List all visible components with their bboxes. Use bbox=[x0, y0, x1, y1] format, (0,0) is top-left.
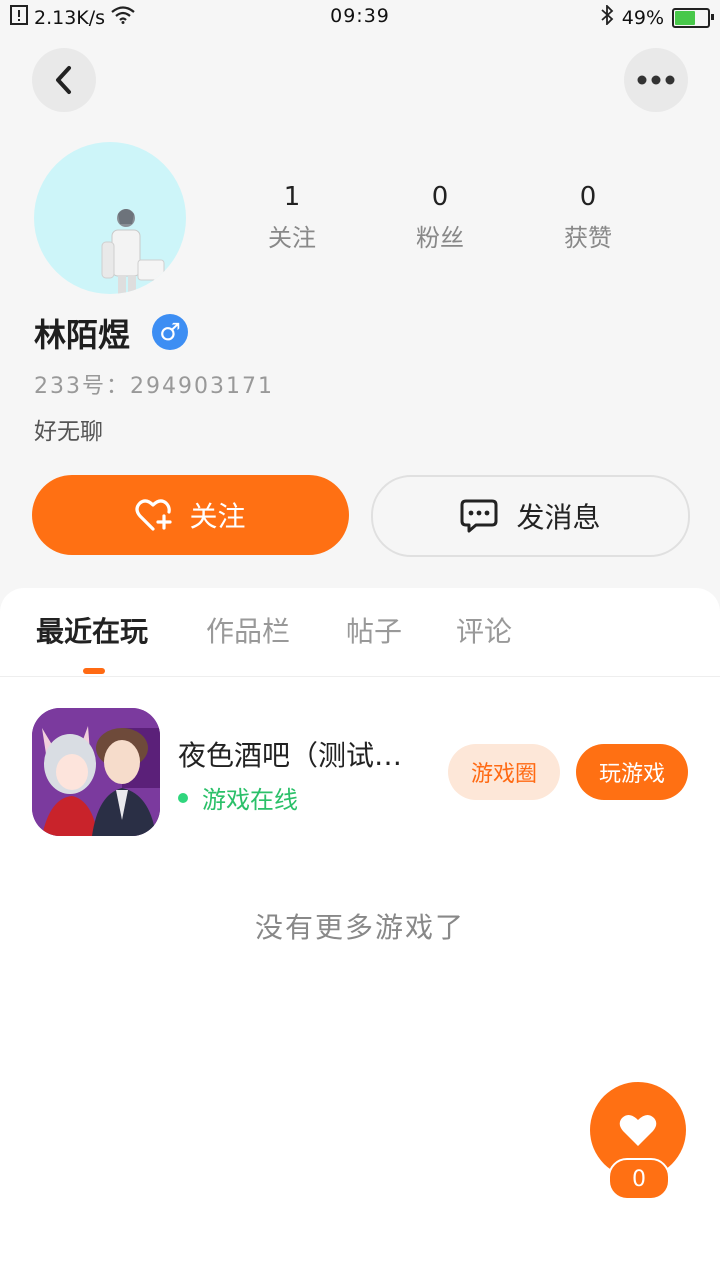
game-online-status: 游戏在线 bbox=[178, 780, 298, 815]
stat-value: 0 bbox=[431, 182, 449, 212]
back-button[interactable] bbox=[32, 48, 96, 112]
stat-likes[interactable]: 0 获赞 bbox=[528, 182, 648, 253]
chat-bubble-icon bbox=[460, 499, 498, 533]
message-button[interactable]: 发消息 bbox=[371, 475, 690, 557]
play-game-button[interactable]: 玩游戏 bbox=[576, 744, 688, 800]
user-bio: 好无聊 bbox=[34, 419, 103, 445]
follow-button-label: 关注 bbox=[189, 500, 246, 533]
game-list-item[interactable]: 夜色酒吧（测试… 游戏在线 游戏圈 玩游戏 bbox=[0, 708, 720, 836]
heart-plus-icon bbox=[135, 499, 173, 531]
game-title: 夜色酒吧（测试… bbox=[178, 739, 403, 772]
tab-works[interactable]: 作品栏 bbox=[206, 610, 290, 650]
male-gender-icon: ♂ bbox=[152, 314, 188, 350]
stat-following[interactable]: 1 关注 bbox=[232, 182, 352, 253]
status-bar: 2.13K/s 09:39 49% bbox=[0, 0, 720, 36]
tab-recently-played[interactable]: 最近在玩 bbox=[36, 610, 148, 650]
tab-bar: 最近在玩 作品栏 帖子 评论 bbox=[0, 588, 720, 677]
user-id: 233号：294903171 bbox=[34, 374, 274, 399]
online-dot-icon bbox=[178, 792, 188, 803]
tab-posts[interactable]: 帖子 bbox=[346, 610, 402, 650]
stat-label: 关注 bbox=[268, 224, 316, 252]
battery-percent: 49% bbox=[621, 6, 664, 29]
bluetooth-icon bbox=[600, 3, 614, 30]
avatar-character-image bbox=[101, 209, 165, 294]
user-name: 林陌煜 bbox=[34, 316, 131, 354]
stat-label: 粉丝 bbox=[416, 224, 464, 252]
game-circle-button[interactable]: 游戏圈 bbox=[448, 744, 560, 800]
tab-active-indicator bbox=[83, 668, 105, 674]
like-count-badge: 0 bbox=[608, 1158, 670, 1200]
no-more-games-text: 没有更多游戏了 bbox=[254, 911, 465, 944]
more-button[interactable] bbox=[624, 48, 688, 112]
game-cover-image bbox=[32, 708, 160, 836]
stat-value: 1 bbox=[283, 182, 301, 212]
game-icon[interactable] bbox=[32, 708, 160, 836]
stat-label: 获赞 bbox=[564, 224, 612, 252]
game-status-label: 游戏在线 bbox=[202, 786, 298, 814]
heart-icon bbox=[619, 1114, 657, 1146]
battery-icon bbox=[672, 7, 714, 28]
follow-button[interactable]: 关注 bbox=[32, 475, 349, 555]
tab-comments[interactable]: 评论 bbox=[456, 610, 512, 650]
stat-value: 0 bbox=[579, 182, 597, 212]
chevron-left-icon bbox=[56, 66, 71, 94]
avatar[interactable] bbox=[34, 142, 186, 294]
message-button-label: 发消息 bbox=[516, 501, 601, 534]
more-dots-icon bbox=[637, 75, 675, 85]
stat-followers[interactable]: 0 粉丝 bbox=[380, 182, 500, 253]
